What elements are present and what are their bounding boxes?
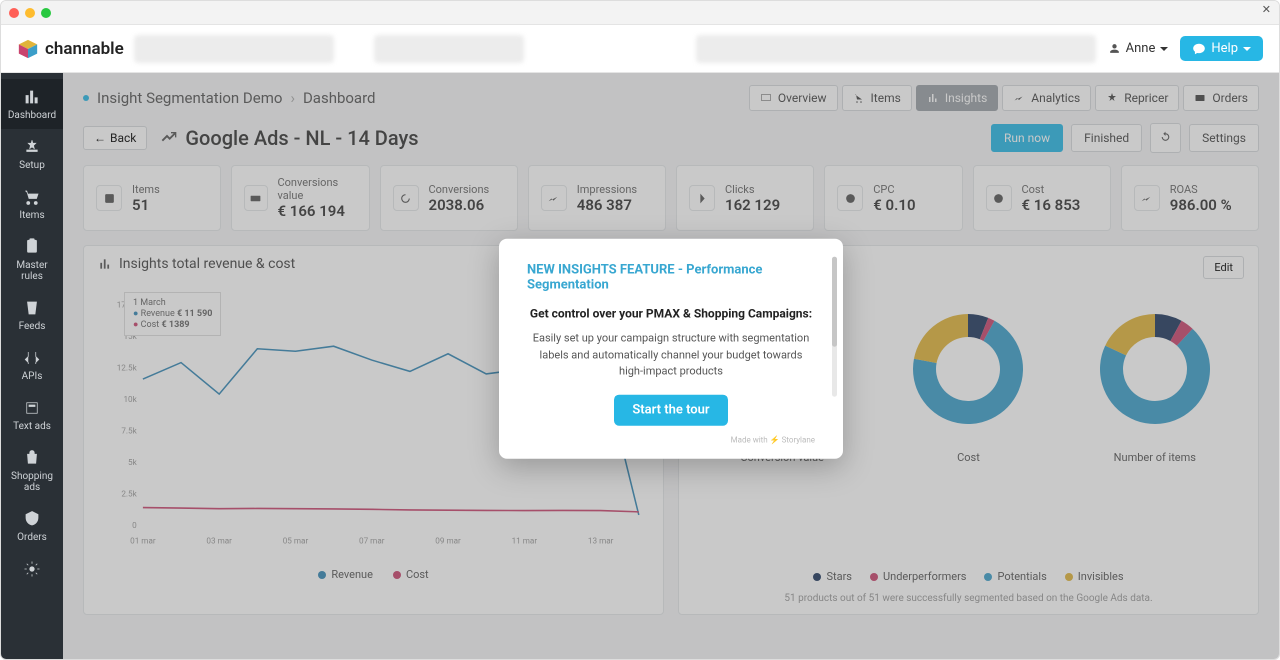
sidebar-item-master-rules[interactable]: Master rules	[1, 229, 63, 290]
sidebar-item-items[interactable]: Items	[1, 179, 63, 229]
start-tour-button[interactable]: Start the tour	[614, 394, 727, 425]
text-ads-icon	[1, 398, 63, 418]
master-rules-icon	[1, 237, 63, 257]
traffic-light-zoom[interactable]	[41, 8, 51, 18]
window-close-icon[interactable]: ✕	[1262, 3, 1271, 16]
sidebar-item-setup[interactable]: Setup	[1, 129, 63, 179]
chevron-down-icon	[1243, 47, 1251, 51]
sidebar-item-shopping-ads[interactable]: Shopping ads	[1, 440, 63, 501]
sidebar: DashboardSetupItemsMaster rulesFeedsAPIs…	[1, 73, 63, 659]
tour-modal: NEW INSIGHTS FEATURE - Performance Segme…	[499, 239, 843, 459]
modal-heading: NEW INSIGHTS FEATURE - Performance Segme…	[527, 263, 815, 293]
user-name: Anne	[1126, 41, 1156, 56]
user-menu[interactable]: Anne	[1108, 41, 1169, 56]
modal-body: Easily set up your campaign structure wi…	[527, 331, 815, 381]
traffic-light-close[interactable]	[9, 8, 19, 18]
chevron-down-icon	[1160, 47, 1168, 51]
scrollbar[interactable]	[832, 257, 837, 397]
sidebar-item-text-ads[interactable]: Text ads	[1, 390, 63, 440]
blurred-region	[134, 35, 334, 63]
sidebar-item-feeds[interactable]: Feeds	[1, 290, 63, 340]
traffic-light-minimize[interactable]	[25, 8, 35, 18]
modal-subheading: Get control over your PMAX & Shopping Ca…	[527, 307, 815, 321]
logo-cube-icon	[17, 38, 39, 60]
help-label: Help	[1211, 41, 1238, 56]
help-button[interactable]: Help	[1180, 36, 1263, 61]
blurred-region	[374, 35, 524, 63]
modal-footer: Made with ⚡ Storylane	[527, 435, 815, 444]
shopping-ads-icon	[1, 448, 63, 468]
window-title-bar: ✕	[1, 1, 1279, 25]
sidebar-item-settings[interactable]	[1, 551, 63, 590]
setup-icon	[1, 137, 63, 157]
items-icon	[1, 187, 63, 207]
sidebar-item-apis[interactable]: APIs	[1, 340, 63, 390]
user-icon	[1108, 42, 1121, 55]
top-nav: channable Anne Help	[1, 25, 1279, 73]
chat-icon	[1192, 42, 1206, 56]
feeds-icon	[1, 298, 63, 318]
brand-logo[interactable]: channable	[17, 38, 124, 60]
settings-icon	[1, 559, 63, 579]
apis-icon	[1, 348, 63, 368]
dashboard-icon	[1, 87, 63, 107]
orders-icon	[1, 509, 63, 529]
blurred-region	[696, 35, 1096, 63]
brand-name: channable	[45, 39, 124, 59]
sidebar-item-orders[interactable]: Orders	[1, 501, 63, 551]
sidebar-item-dashboard[interactable]: Dashboard	[1, 79, 63, 129]
